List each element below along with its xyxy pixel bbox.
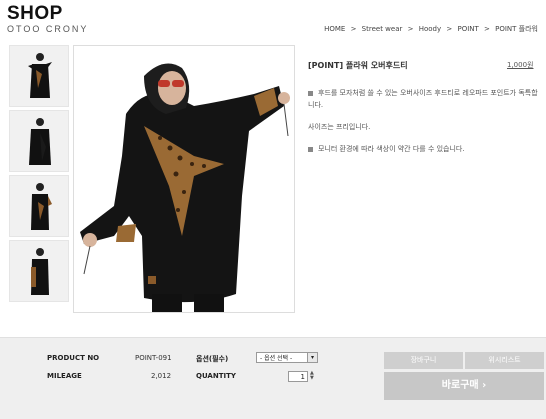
- breadcrumb-streetwear[interactable]: Street wear: [362, 25, 403, 33]
- breadcrumb-hoody[interactable]: Hoody: [419, 25, 441, 33]
- chevron-down-icon[interactable]: ▾: [307, 353, 317, 362]
- breadcrumb-separator: >: [446, 25, 453, 33]
- order-panel: PRODUCT NO POINT-091 MILEAGE 2,012 옵션(필수…: [0, 337, 546, 419]
- breadcrumb-separator: >: [484, 25, 490, 33]
- buy-now-button[interactable]: 바로구매 ›: [384, 372, 544, 400]
- shop-title: SHOP: [7, 3, 63, 24]
- breadcrumb-separator: >: [407, 25, 414, 33]
- product-no-label: PRODUCT NO: [47, 354, 100, 362]
- product-name: [POINT] 플라워 오버후드티: [308, 61, 408, 70]
- model-thumbnail-image: [29, 118, 51, 165]
- quantity-label: QUANTITY: [196, 372, 236, 380]
- model-thumbnail-image: [31, 248, 49, 295]
- option-select[interactable]: - 옵션 선택 - ▾: [256, 352, 318, 363]
- option-label: 옵션(필수): [196, 355, 229, 363]
- shop-subtitle: OTOO CRONY: [7, 24, 89, 34]
- quantity-input[interactable]: 1: [288, 371, 308, 382]
- wishlist-button[interactable]: 위시리스트: [465, 352, 544, 369]
- quantity-stepper[interactable]: ▲ ▼: [310, 371, 316, 382]
- main-product-image: [73, 45, 295, 313]
- model-photo: [74, 46, 294, 312]
- breadcrumb-home[interactable]: HOME: [324, 25, 345, 33]
- model-thumbnail-image: [28, 53, 52, 98]
- breadcrumb: HOME > Street wear > Hoody > POINT > POI…: [321, 24, 538, 34]
- bullet-icon: [308, 146, 313, 152]
- model-thumbnail-image: [31, 183, 52, 230]
- product-no-value: POINT-091: [135, 354, 172, 362]
- option-selected-text: - 옵션 선택 -: [260, 355, 293, 362]
- thumbnail-2[interactable]: [9, 110, 69, 172]
- bullet-icon: [308, 90, 313, 96]
- thumbnail-1[interactable]: [9, 45, 69, 107]
- thumbnail-list: [9, 45, 69, 305]
- description-line-3: 모니터 환경에 따라 색상이 약간 다를 수 있습니다.: [308, 143, 540, 155]
- breadcrumb-separator: >: [350, 25, 357, 33]
- product-price: 1,000원: [507, 61, 534, 69]
- description-line-2: 사이즈는 프리입니다.: [308, 123, 371, 131]
- breadcrumb-current: POINT 플라워: [495, 25, 538, 33]
- breadcrumb-point[interactable]: POINT: [457, 25, 478, 33]
- thumbnail-4[interactable]: [9, 240, 69, 302]
- cart-button[interactable]: 장바구니: [384, 352, 463, 369]
- product-description: 후드를 모자처럼 쓸 수 있는 오버사이즈 후드티로 레오파드 포인트가 독특합…: [308, 87, 540, 165]
- description-line-1: 후드를 모자처럼 쓸 수 있는 오버사이즈 후드티로 레오파드 포인트가 독특합…: [308, 89, 538, 109]
- mileage-label: MILEAGE: [47, 372, 82, 380]
- mileage-value: 2,012: [151, 372, 172, 380]
- thumbnail-3[interactable]: [9, 175, 69, 237]
